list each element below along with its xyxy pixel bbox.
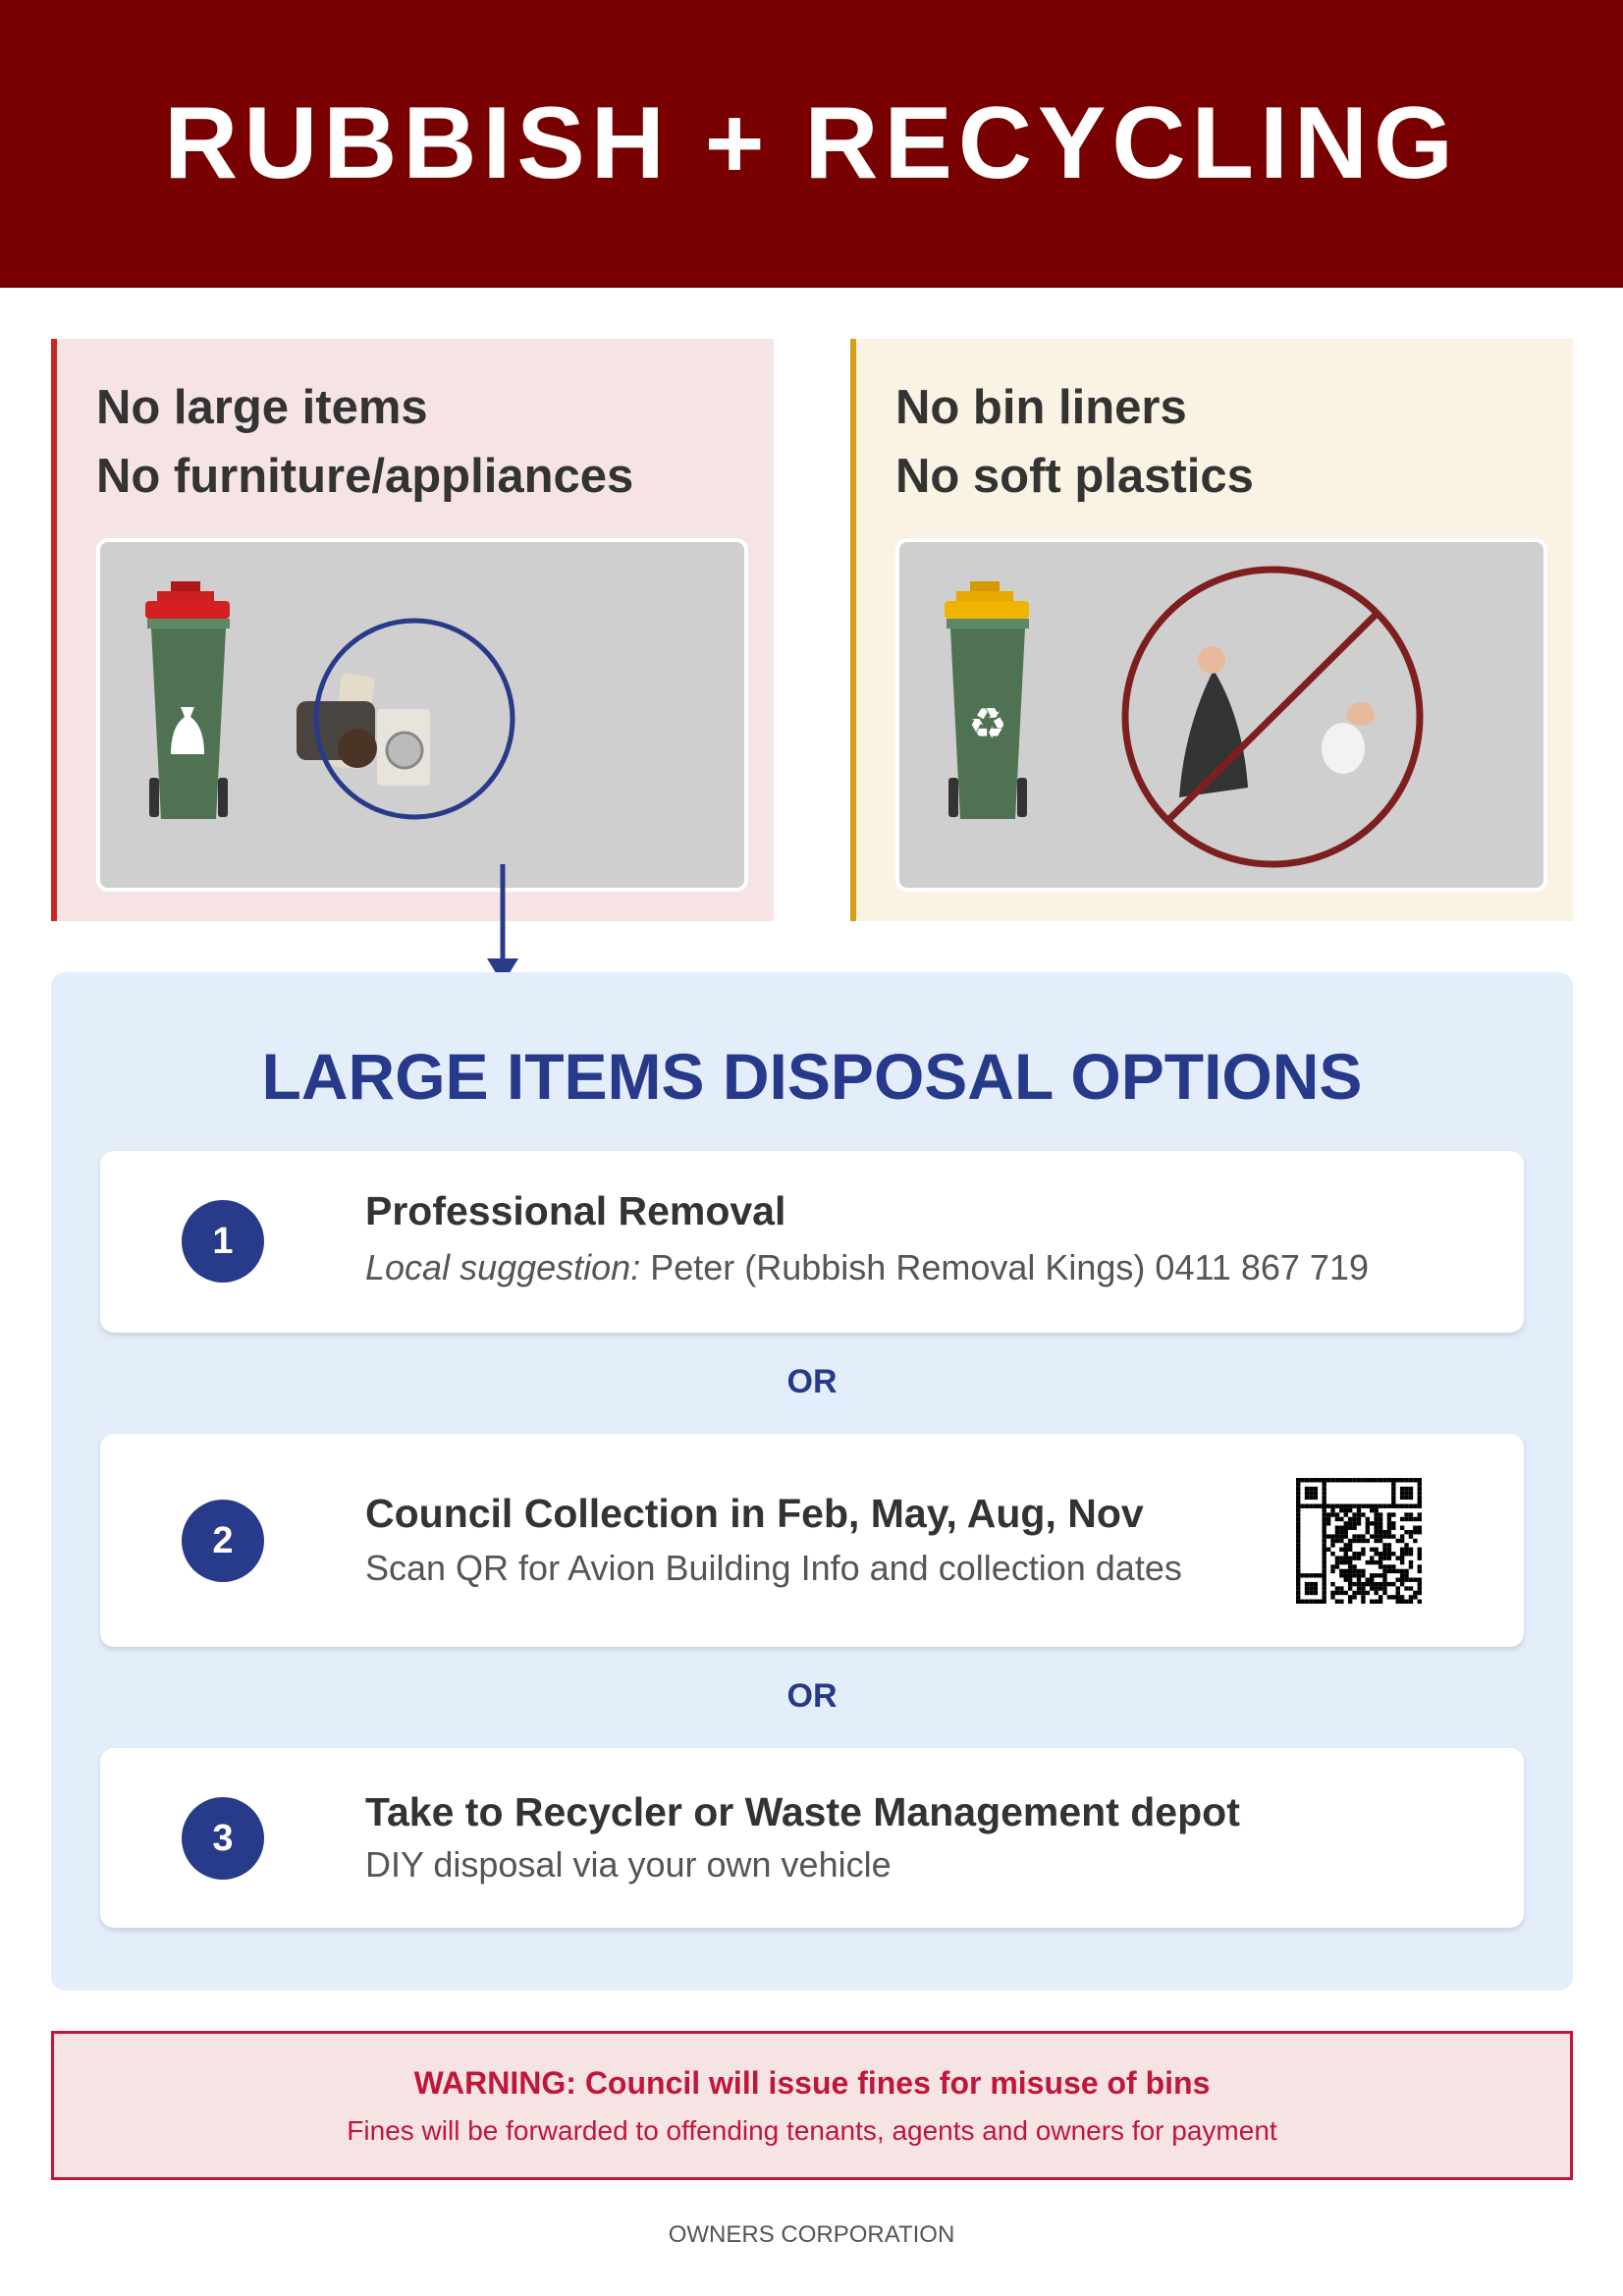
panel-no-bin-liners: No bin liners No soft plastics ♻ bbox=[850, 339, 1573, 921]
yellow-lid-bin-icon: ♻ bbox=[945, 581, 1029, 819]
warning-box: WARNING: Council will issue fines for mi… bbox=[51, 2031, 1573, 2180]
rule-text: No bin liners bbox=[895, 381, 1187, 434]
contact-text[interactable]: Peter (Rubbish Removal Kings) 0411 867 7… bbox=[640, 1247, 1369, 1287]
option-number-badge: 2 bbox=[182, 1500, 264, 1582]
option-subtitle: Local suggestion: Peter (Rubbish Removal… bbox=[365, 1247, 1369, 1288]
option-card-3: 3 Take to Recycler or Waste Management d… bbox=[100, 1748, 1524, 1928]
option-title: Take to Recycler or Waste Management dep… bbox=[365, 1789, 1240, 1834]
option-subtitle: DIY disposal via your own vehicle bbox=[365, 1844, 892, 1885]
option-subtitle: Scan QR for Avion Building Info and coll… bbox=[365, 1548, 1182, 1588]
options-title: LARGE ITEMS DISPOSAL OPTIONS bbox=[261, 1040, 1363, 1113]
plastic-bags-icon bbox=[1179, 646, 1375, 797]
svg-text:♻: ♻ bbox=[968, 700, 1006, 748]
illustration-no-bags: ♻ bbox=[895, 538, 1547, 892]
option-card-2: 2 Council Collection in Feb, May, Aug, N… bbox=[100, 1434, 1524, 1647]
option-number-badge: 3 bbox=[182, 1797, 264, 1880]
footer-text: OWNERS CORPORATION bbox=[668, 2221, 955, 2248]
arrow-connector-icon bbox=[487, 864, 518, 984]
warning-title: WARNING: Council will issue fines for mi… bbox=[413, 2065, 1211, 2101]
or-divider: OR bbox=[786, 1677, 838, 1715]
option-title: Professional Removal bbox=[365, 1188, 786, 1233]
red-lid-bin-icon bbox=[145, 581, 230, 819]
panel-no-large-items: No large items No furniture/appliances bbox=[51, 339, 774, 921]
suggestion-label: Local suggestion: bbox=[365, 1247, 641, 1287]
option-title: Council Collection in Feb, May, Aug, Nov bbox=[365, 1491, 1144, 1536]
warning-subtitle: Fines will be forwarded to offending ten… bbox=[347, 2115, 1277, 2146]
qr-code-icon[interactable] bbox=[1296, 1478, 1422, 1604]
rule-text: No soft plastics bbox=[895, 450, 1254, 503]
option-number-badge: 1 bbox=[182, 1200, 264, 1283]
or-divider: OR bbox=[786, 1363, 838, 1400]
header-banner: RUBBISH + RECYCLING bbox=[0, 0, 1623, 288]
page-title: RUBBISH + RECYCLING bbox=[164, 86, 1459, 200]
rule-text: No large items bbox=[96, 381, 428, 434]
disposal-options-panel: LARGE ITEMS DISPOSAL OPTIONS 1 Professio… bbox=[51, 972, 1573, 1991]
option-card-1: 1 Professional Removal Local suggestion:… bbox=[100, 1151, 1524, 1333]
illustration-large-items bbox=[96, 538, 748, 892]
prohibited-icon bbox=[1121, 566, 1424, 868]
rule-text: No furniture/appliances bbox=[96, 450, 634, 503]
